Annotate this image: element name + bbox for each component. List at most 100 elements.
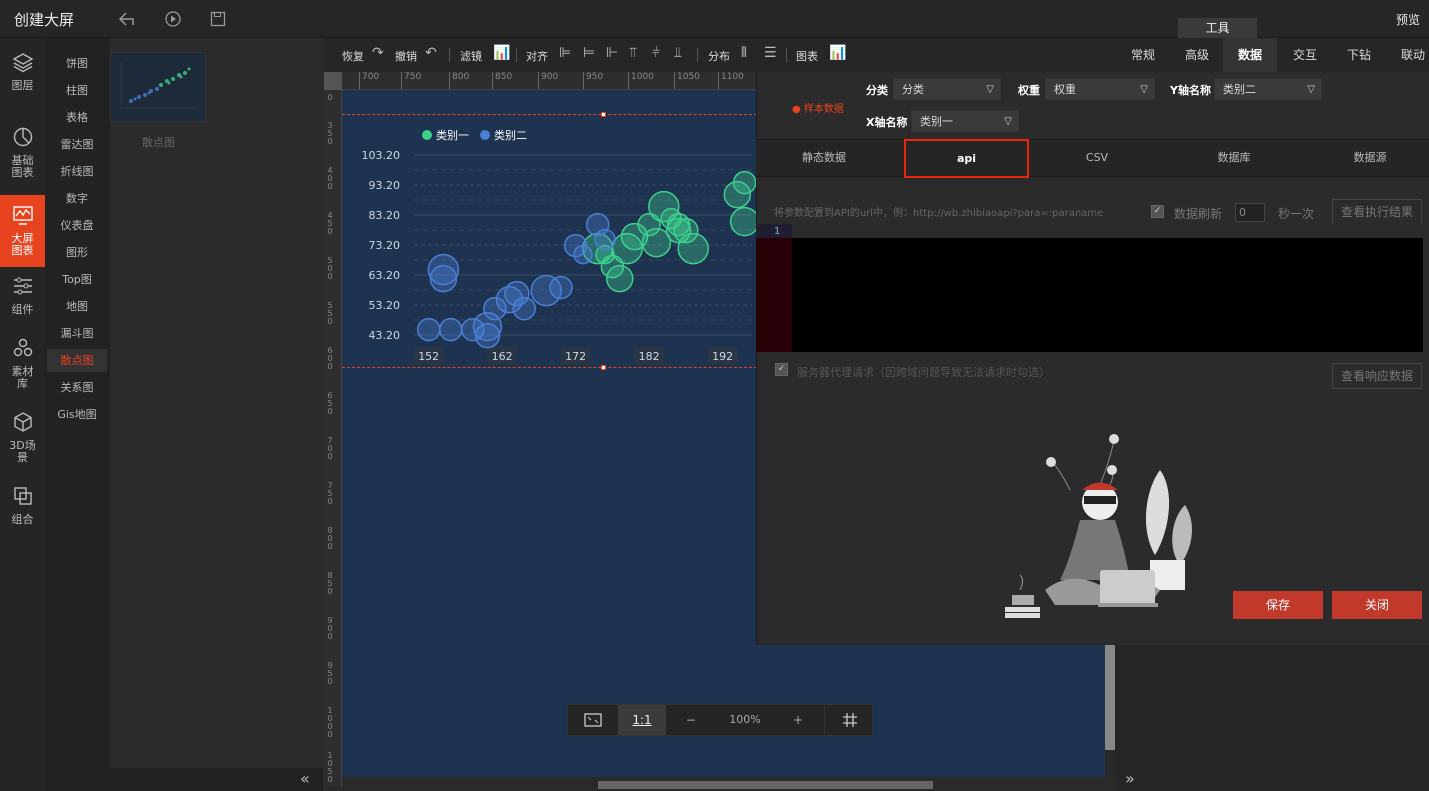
align-middle-icon[interactable]: ⫩	[652, 45, 660, 61]
view-response-button[interactable]: 查看响应数据	[1332, 363, 1422, 389]
subnav-item[interactable]: 雷达图	[47, 133, 107, 156]
align-top-icon[interactable]: ⫪	[629, 45, 637, 61]
nav-basic-charts[interactable]: 基础图表	[0, 126, 45, 181]
distribute-label[interactable]: 分布	[708, 48, 730, 64]
subnav-item-active[interactable]: 散点图	[47, 349, 107, 372]
resize-handle[interactable]	[601, 112, 606, 117]
align-right-icon[interactable]: ⊩	[606, 45, 618, 61]
zoom-out-button[interactable]: −	[678, 705, 704, 735]
fit-screen-icon[interactable]	[568, 705, 618, 735]
scatter-point	[427, 253, 460, 286]
hexagons-icon	[0, 337, 45, 364]
subnav-item[interactable]: 柱图	[47, 79, 107, 102]
preview-button[interactable]: 预览	[1396, 11, 1420, 28]
zoom-in-button[interactable]: +	[786, 705, 810, 735]
chart-icon[interactable]: 📊	[829, 45, 846, 61]
subnav-item[interactable]: Top图	[47, 268, 107, 291]
nav-label: 图层	[11, 79, 34, 92]
ruler-tick: 700	[359, 72, 379, 89]
nav-screen-charts[interactable]: 大屏图表	[0, 195, 45, 267]
ruler-tick: 800	[449, 72, 469, 89]
vertical-scrollbar[interactable]	[1105, 640, 1115, 750]
refresh-interval-input[interactable]: 0	[1235, 203, 1265, 222]
subnav-item[interactable]: 漏斗图	[47, 322, 107, 345]
dropdown-triangle-icon: ▽	[1004, 116, 1012, 127]
selection-bottom-line	[342, 367, 757, 368]
subnav-item[interactable]: 折线图	[47, 160, 107, 183]
tab-advanced[interactable]: 高级	[1177, 38, 1217, 72]
subnav-item[interactable]: 表格	[47, 106, 107, 129]
close-button[interactable]: 关闭	[1332, 591, 1422, 619]
tab-drilldown[interactable]: 下钻	[1339, 38, 1379, 72]
collapse-right-icon[interactable]: »	[1125, 769, 1135, 788]
filter-label[interactable]: 滤镜	[460, 48, 482, 64]
view-result-button[interactable]: 查看执行结果	[1332, 199, 1422, 225]
tab-interaction[interactable]: 交互	[1285, 38, 1325, 72]
x-axis-name-select[interactable]: 类别一 ▽	[911, 110, 1019, 132]
ruler-tick: 6 5 0	[327, 391, 333, 416]
scatter-thumbnail[interactable]	[110, 52, 206, 122]
distribute-v-icon[interactable]: ☰	[764, 45, 777, 61]
tab-csv[interactable]: CSV	[1072, 140, 1122, 176]
ratio-1-1-button[interactable]: 1:1	[618, 705, 666, 735]
undo-arrow-icon[interactable]	[118, 10, 136, 28]
x-tick-label: 192	[712, 350, 733, 363]
align-label[interactable]: 对齐	[526, 48, 548, 64]
collapse-left-icon[interactable]: «	[300, 769, 310, 788]
tools-tab[interactable]: 工具	[1178, 18, 1257, 38]
tab-data[interactable]: 数据	[1223, 38, 1277, 72]
ruler-tick: 900	[538, 72, 558, 89]
toolbar-divider	[697, 48, 698, 62]
proxy-label: 服务器代理请求（因跨域问题导致无法请求时勾选）	[797, 366, 1050, 379]
distribute-h-icon[interactable]: ⫴	[741, 45, 747, 61]
api-hint-text: 将参数配置到API的url中，例：http://wb.zhibiaoapi?pa…	[774, 208, 1104, 219]
subnav-item[interactable]: 关系图	[47, 376, 107, 399]
scatter-point	[549, 275, 573, 300]
resize-handle[interactable]	[601, 365, 606, 370]
weight-select[interactable]: 权重 ▽	[1045, 78, 1155, 100]
tab-static-data[interactable]: 静态数据	[786, 140, 862, 176]
scatter-point	[605, 264, 634, 293]
chart-label[interactable]: 图表	[796, 48, 818, 64]
category-select[interactable]: 分类 ▽	[893, 78, 1001, 100]
scatter-chart[interactable]: 103.20 93.20 83.20 73.20 63.20 53.20 43.20 152 1…	[342, 110, 757, 375]
filter-chart-icon[interactable]: 📊	[493, 45, 510, 61]
proxy-checkbox[interactable]: ✓	[775, 363, 788, 376]
nav-3d-scene[interactable]: 3D场景	[0, 411, 45, 469]
undo-label[interactable]: 撤销	[395, 48, 417, 64]
ruler-tick: 7 5 0	[327, 481, 333, 506]
grid-icon[interactable]	[824, 705, 874, 735]
subnav-item[interactable]: 饼图	[47, 52, 107, 75]
subnav-item[interactable]: 数字	[47, 187, 107, 210]
y-axis-name-select[interactable]: 类别二 ▽	[1214, 78, 1322, 100]
nav-layers[interactable]: 图层	[0, 51, 45, 101]
tab-general[interactable]: 常规	[1123, 38, 1163, 72]
tab-api[interactable]: api	[904, 139, 1029, 178]
subnav-item[interactable]: Gis地图	[47, 403, 107, 426]
horizontal-scrollbar[interactable]	[598, 781, 933, 789]
play-icon[interactable]	[164, 10, 182, 28]
tab-datasource[interactable]: 数据源	[1342, 140, 1398, 176]
select-value: 分类	[902, 83, 924, 96]
nav-combine[interactable]: 组合	[0, 485, 45, 535]
subnav-item[interactable]: 地图	[47, 295, 107, 318]
subnav-item[interactable]: 仪表盘	[47, 214, 107, 237]
ruler-tick: 8 5 0	[327, 571, 333, 596]
nav-materials[interactable]: 素材库	[0, 337, 45, 395]
code-editor[interactable]	[756, 224, 1423, 352]
align-center-icon[interactable]: ⊨	[583, 45, 595, 61]
sample-data-text: 样本数据	[803, 104, 844, 115]
subnav-item[interactable]: 图形	[47, 241, 107, 264]
tab-database[interactable]: 数据库	[1206, 140, 1262, 176]
redo-icon[interactable]: ↷	[372, 45, 384, 61]
redo-label[interactable]: 恢复	[342, 48, 364, 64]
save-button[interactable]: 保存	[1233, 591, 1323, 619]
save-icon[interactable]	[209, 10, 227, 28]
align-bottom-icon[interactable]: ⫫	[674, 45, 682, 61]
align-left-icon[interactable]: ⊫	[559, 45, 571, 61]
tab-linkage[interactable]: 联动	[1393, 38, 1429, 72]
nav-components[interactable]: 组件	[0, 275, 45, 325]
ruler-tick: 6 0 0	[327, 346, 333, 371]
undo-icon[interactable]: ↶	[425, 45, 437, 61]
refresh-checkbox[interactable]: ✓	[1151, 205, 1164, 218]
